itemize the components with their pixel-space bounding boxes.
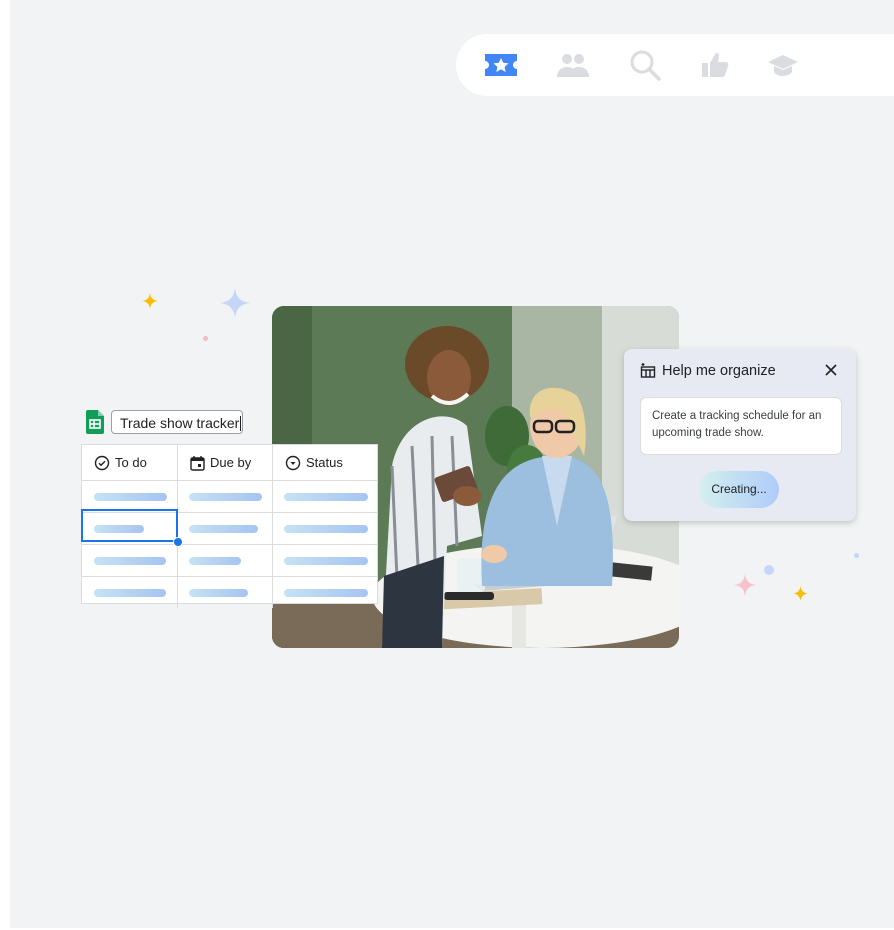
placeholder-bar [189, 493, 262, 501]
placeholder-bar [284, 525, 368, 533]
graduation-cap-icon[interactable] [766, 48, 800, 82]
sheet-header-row: To do Due by Status [82, 445, 377, 481]
placeholder-bar [94, 493, 167, 501]
close-icon[interactable] [822, 361, 840, 379]
decor-dot [764, 565, 774, 575]
table-cell[interactable] [273, 513, 377, 544]
fill-handle[interactable] [173, 537, 183, 547]
calendar-icon [190, 455, 205, 471]
google-sheets-icon [86, 410, 104, 434]
table-cell[interactable] [82, 545, 178, 576]
sheet-title-text: Trade show tracker [120, 415, 240, 431]
check-circle-icon [94, 455, 110, 470]
column-label: Due by [210, 455, 252, 470]
decor-dot [854, 553, 859, 558]
table-cell[interactable] [178, 513, 273, 544]
table-cell[interactable] [82, 481, 178, 512]
column-header-todo[interactable]: To do [82, 445, 178, 480]
creating-button[interactable]: Creating... [699, 471, 779, 508]
column-header-status[interactable]: Status [273, 445, 377, 480]
table-row [82, 545, 377, 577]
placeholder-bar [284, 589, 368, 597]
placeholder-bar [189, 589, 248, 597]
category-nav [456, 34, 894, 96]
text-caret [240, 416, 242, 431]
selected-cell-outline[interactable] [81, 509, 178, 542]
table-cell[interactable] [273, 545, 377, 576]
table-row [82, 577, 377, 608]
placeholder-bar [189, 557, 241, 565]
table-cell[interactable] [178, 545, 273, 576]
table-cell[interactable] [82, 577, 178, 608]
sheet-title-input[interactable]: Trade show tracker [111, 410, 243, 434]
placeholder-bar [189, 525, 258, 533]
search-icon[interactable] [628, 48, 662, 82]
prompt-input[interactable]: Create a tracking schedule for an upcomi… [640, 397, 842, 455]
column-header-due-by[interactable]: Due by [178, 445, 273, 480]
column-label: To do [115, 455, 147, 470]
thumbs-up-icon[interactable] [698, 48, 732, 82]
sparkle-icon [220, 288, 250, 318]
panel-title: Help me organize [662, 363, 776, 379]
table-cell[interactable] [273, 577, 377, 608]
placeholder-bar [284, 557, 368, 565]
table-cell[interactable] [273, 481, 377, 512]
sparkle-icon [793, 586, 808, 601]
placeholder-bar [284, 493, 368, 501]
decor-dot [203, 336, 208, 341]
placeholder-bar [94, 589, 166, 597]
column-label: Status [306, 455, 343, 470]
dropdown-circle-icon [285, 455, 301, 470]
prompt-text: Create a tracking schedule for an upcomi… [652, 410, 822, 439]
table-sparkle-icon [640, 363, 656, 378]
table-cell[interactable] [178, 577, 273, 608]
sparkle-icon [142, 293, 158, 309]
placeholder-bar [94, 557, 166, 565]
table-cell[interactable] [178, 481, 273, 512]
help-me-organize-panel: Help me organize Create a tracking sched… [624, 349, 856, 521]
featured-icon[interactable] [484, 48, 518, 82]
people-icon[interactable] [556, 48, 590, 82]
sparkle-icon [734, 574, 756, 596]
